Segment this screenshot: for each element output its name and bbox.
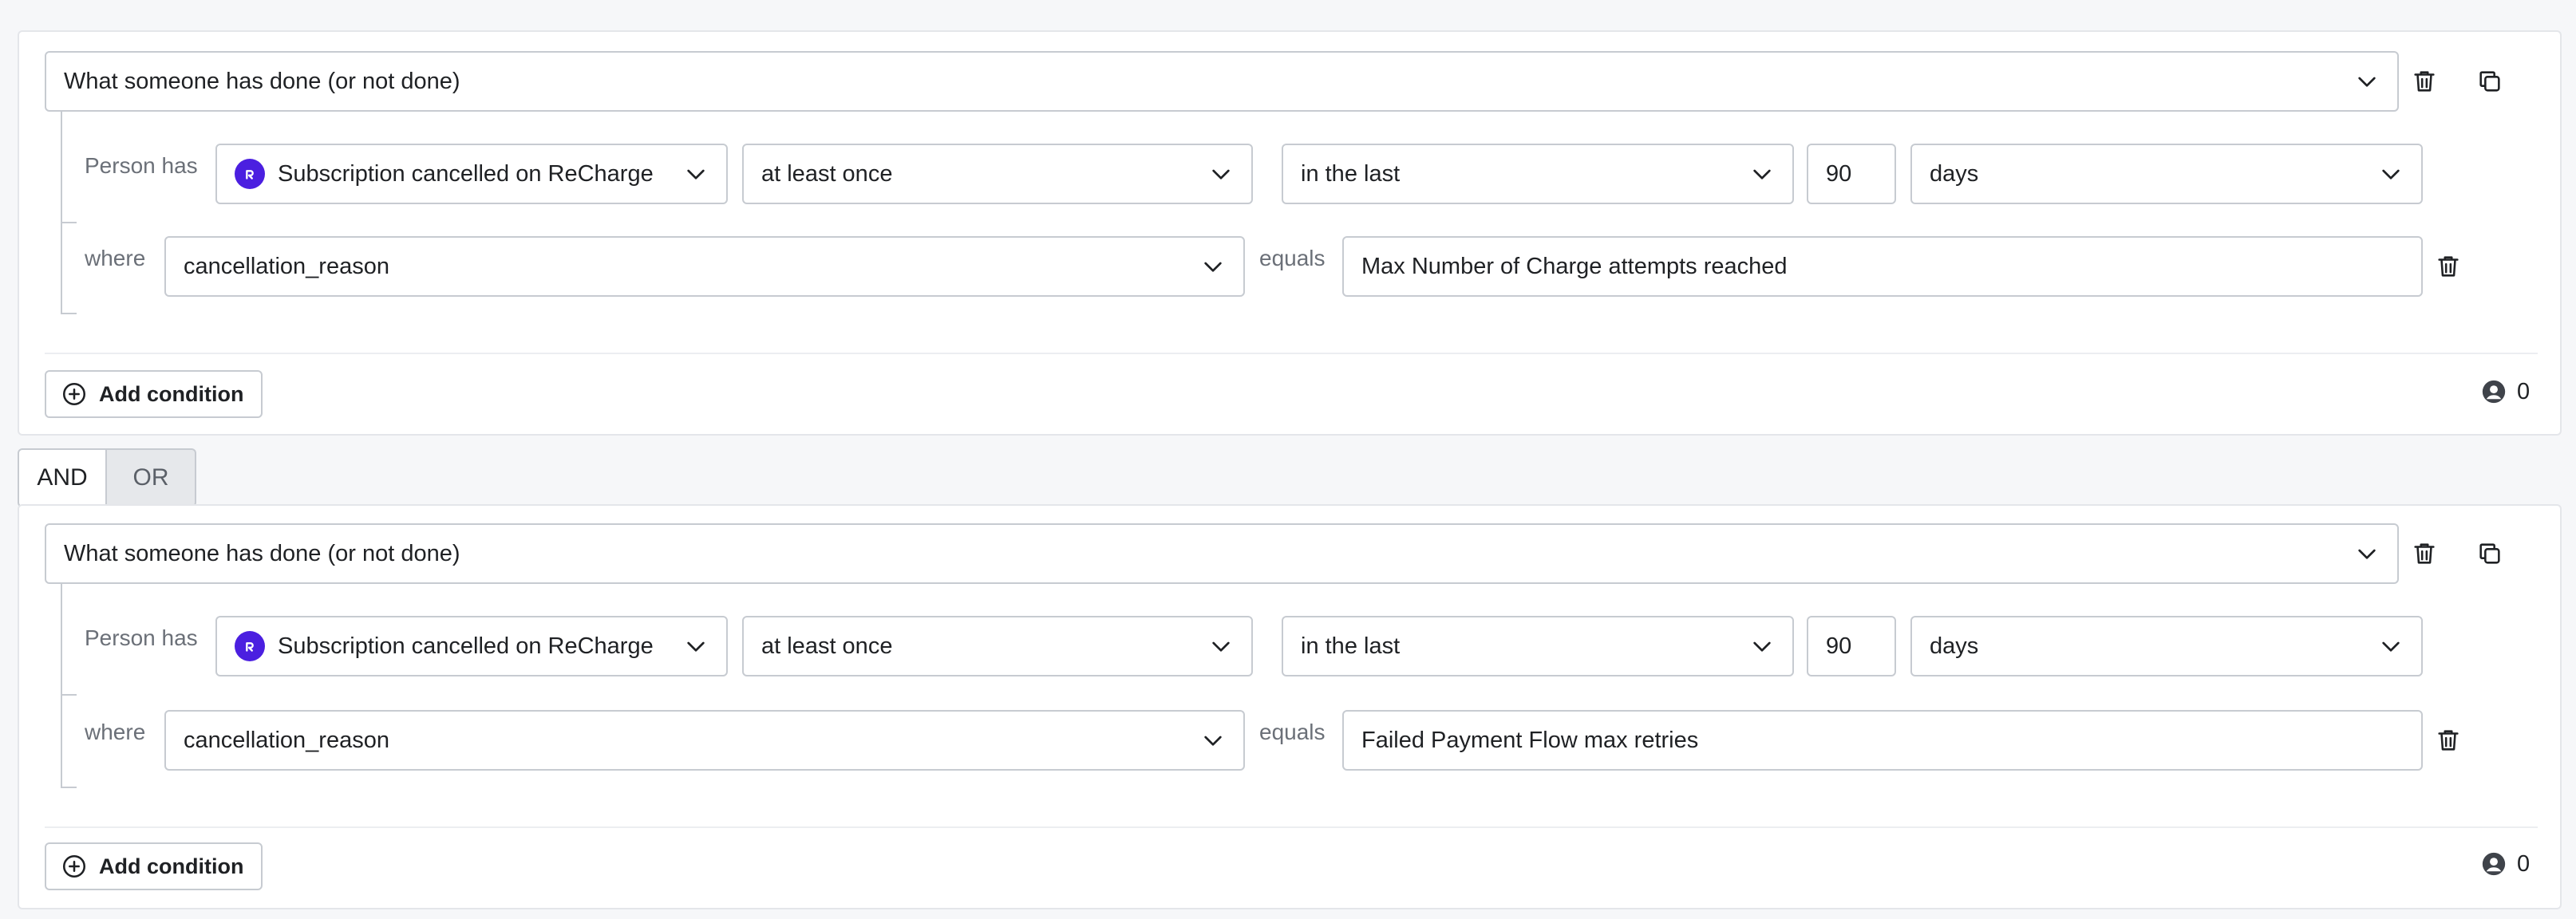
add-condition-button[interactable]: Add condition [45,842,263,890]
where-label: where [85,246,146,270]
time-unit-select[interactable]: days [1910,144,2423,204]
condition-group-2: What someone has done (or not done) Pers… [18,504,2562,909]
chevron-down-icon [1749,161,1775,187]
tree-branch [61,313,77,314]
plus-circle-icon [62,382,86,406]
or-button[interactable]: OR [107,448,196,507]
timeframe-select[interactable]: in the last [1282,144,1794,204]
chevron-down-icon [1749,633,1775,659]
recharge-logo-icon [235,159,265,189]
person-has-label: Person has [85,625,198,650]
metric-select[interactable]: Subscription cancelled on ReCharge [215,144,728,204]
chevron-down-icon [1208,633,1234,659]
frequency-value: at least once [761,633,893,659]
divider [45,353,2538,354]
property-value: cancellation_reason [184,253,389,279]
time-unit-select[interactable]: days [1910,616,2423,676]
delete-condition-icon[interactable] [2429,721,2467,759]
property-value: cancellation_reason [184,727,389,753]
chevron-down-icon [1208,161,1234,187]
operator-label: equals [1259,720,1326,744]
delete-condition-icon[interactable] [2429,247,2467,286]
recharge-logo-icon [235,631,265,661]
logic-toggle: AND OR [18,448,196,507]
metric-value: Subscription cancelled on ReCharge [278,160,654,187]
time-value-input[interactable]: 90 [1807,616,1896,676]
condition-group-1: What someone has done (or not done) Pers… [18,30,2562,436]
chevron-down-icon [1200,254,1226,279]
chevron-down-icon [2354,69,2380,94]
property-select[interactable]: cancellation_reason [164,710,1245,771]
tree-line [61,584,62,788]
value-text: Failed Payment Flow max retries [1361,727,1699,753]
add-condition-button[interactable]: Add condition [45,370,263,418]
where-label: where [85,720,146,744]
tree-line [61,112,62,314]
chevron-down-icon [2354,541,2380,566]
add-condition-label: Add condition [99,854,244,878]
tree-branch [61,222,77,223]
frequency-select[interactable]: at least once [742,616,1253,676]
time-unit-value: days [1930,633,1979,659]
count-value: 0 [2517,378,2531,404]
add-condition-label: Add condition [99,381,244,406]
tree-branch [61,694,77,696]
operator-label: equals [1259,246,1326,270]
profile-count: 0 [2480,378,2530,405]
condition-type-value: What someone has done (or not done) [64,540,460,566]
chevron-down-icon [1200,728,1226,753]
profile-count: 0 [2480,850,2530,878]
value-text: Max Number of Charge attempts reached [1361,253,1788,279]
count-value: 0 [2517,850,2531,877]
delete-group-icon[interactable] [2405,62,2444,101]
time-value: 90 [1826,633,1852,659]
time-value: 90 [1826,160,1852,187]
timeframe-value: in the last [1301,160,1401,187]
duplicate-group-icon[interactable] [2471,62,2509,101]
condition-type-select[interactable]: What someone has done (or not done) [45,51,2399,112]
frequency-value: at least once [761,160,893,187]
timeframe-value: in the last [1301,633,1401,659]
user-circle-icon [2482,380,2506,404]
chevron-down-icon [683,161,709,187]
duplicate-group-icon[interactable] [2471,534,2509,573]
chevron-down-icon [2378,633,2404,659]
delete-group-icon[interactable] [2405,534,2444,573]
time-value-input[interactable]: 90 [1807,144,1896,204]
value-input[interactable]: Max Number of Charge attempts reached [1342,236,2423,297]
time-unit-value: days [1930,160,1979,187]
and-button[interactable]: AND [18,448,107,507]
condition-type-select[interactable]: What someone has done (or not done) [45,523,2399,584]
chevron-down-icon [2378,161,2404,187]
property-select[interactable]: cancellation_reason [164,236,1245,297]
condition-type-value: What someone has done (or not done) [64,68,460,94]
value-input[interactable]: Failed Payment Flow max retries [1342,710,2423,771]
timeframe-select[interactable]: in the last [1282,616,1794,676]
metric-select[interactable]: Subscription cancelled on ReCharge [215,616,728,676]
plus-circle-icon [62,854,86,878]
metric-value: Subscription cancelled on ReCharge [278,633,654,659]
frequency-select[interactable]: at least once [742,144,1253,204]
user-circle-icon [2482,852,2506,876]
divider [45,826,2538,828]
chevron-down-icon [683,633,709,659]
tree-branch [61,787,77,788]
person-has-label: Person has [85,153,198,178]
